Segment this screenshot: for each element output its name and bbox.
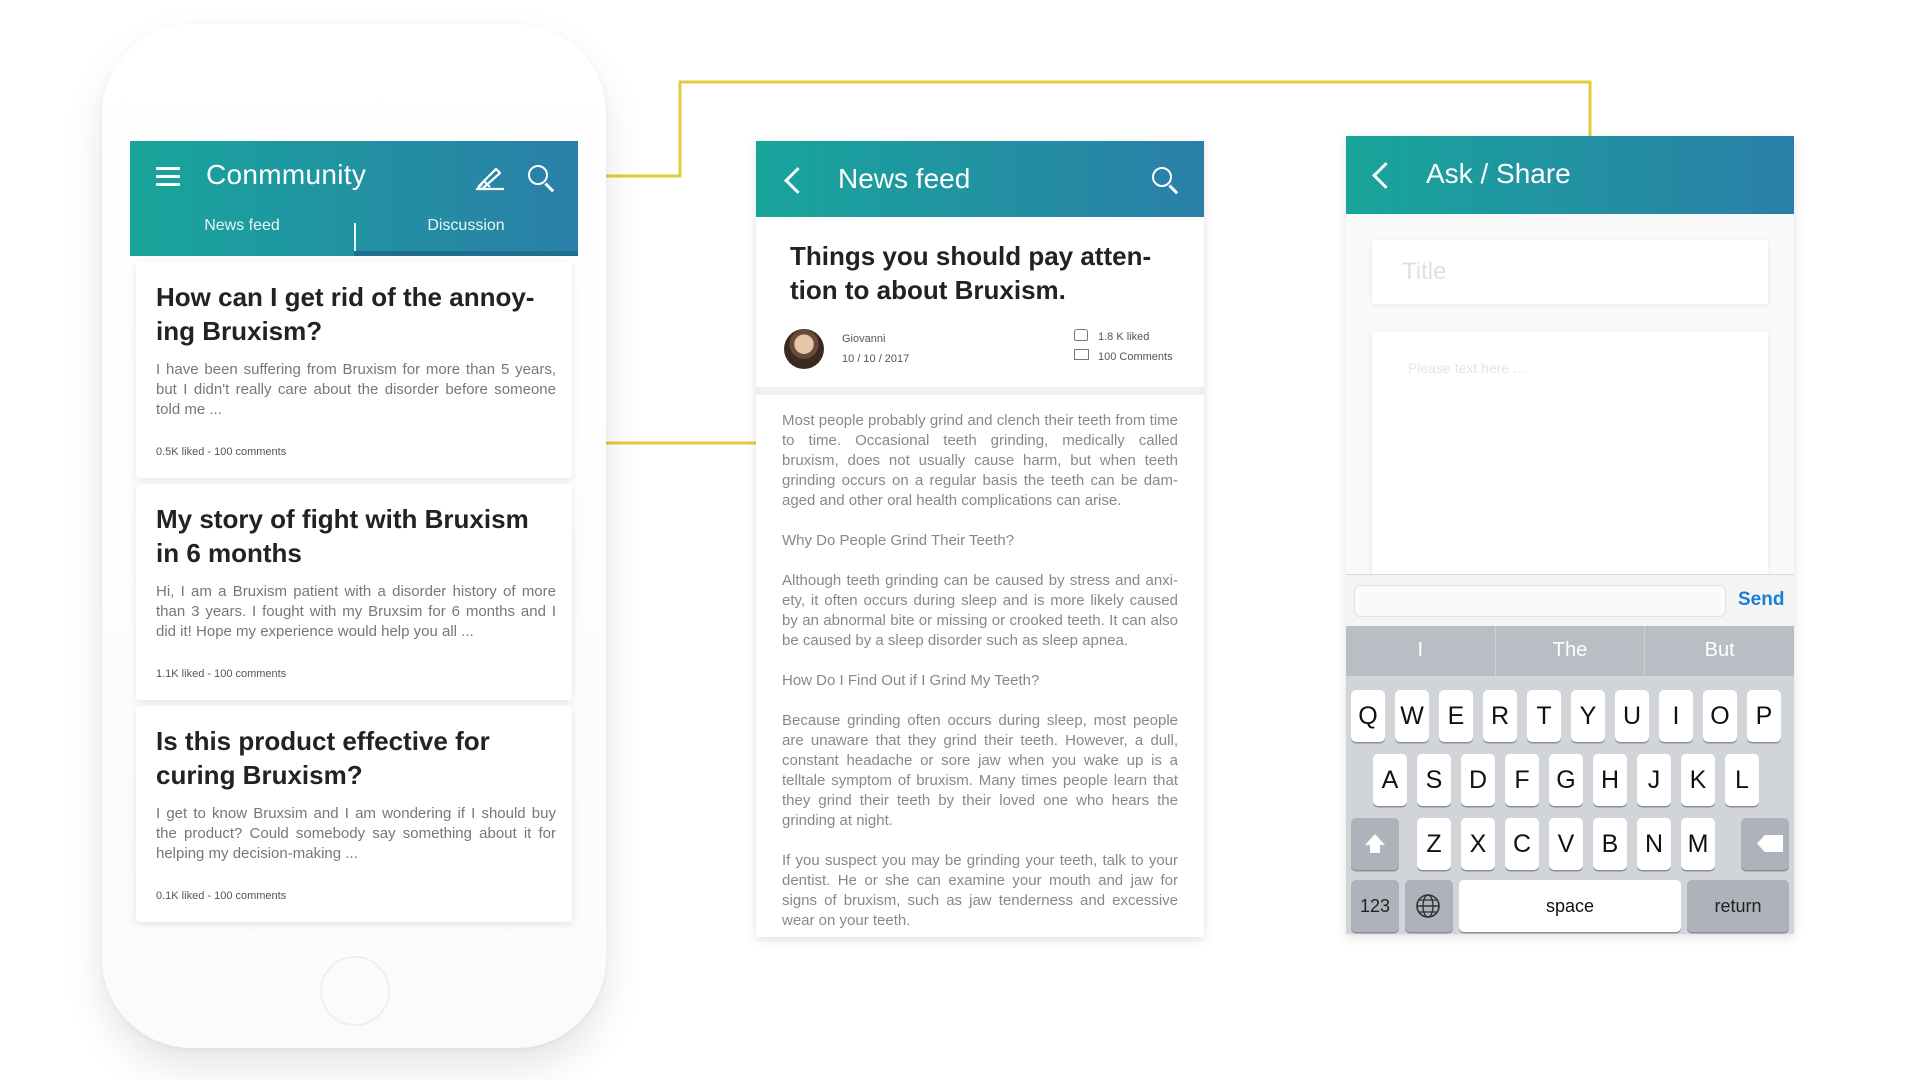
search-icon[interactable] <box>528 165 548 185</box>
article-paragraph: Because grinding often occurs during sle… <box>782 712 1178 829</box>
shift-key[interactable] <box>1351 818 1399 870</box>
key-w[interactable]: W <box>1395 690 1429 742</box>
send-button[interactable]: Send <box>1738 589 1784 611</box>
backspace-key[interactable] <box>1741 818 1789 870</box>
page-title: News feed <box>838 163 971 194</box>
community-header: Conmmunity News feed Discussion <box>130 141 578 256</box>
key-f[interactable]: F <box>1505 754 1539 806</box>
key-z[interactable]: Z <box>1417 818 1451 870</box>
post-title: My story of fight with Bruxism in 6 mont… <box>156 504 529 568</box>
title-input[interactable] <box>1372 240 1768 304</box>
key-r[interactable]: R <box>1483 690 1517 742</box>
return-key[interactable]: return <box>1687 880 1789 932</box>
key-s[interactable]: S <box>1417 754 1451 806</box>
post-meta: 1.1K liked - 100 comments <box>156 668 287 680</box>
divider <box>756 387 1204 395</box>
key-a[interactable]: A <box>1373 754 1407 806</box>
post-card[interactable]: My story of fight with Bruxism in 6 mont… <box>136 484 572 700</box>
key-b[interactable]: B <box>1593 818 1627 870</box>
article-date: 10 / 10 / 2017 <box>842 353 910 365</box>
author-name[interactable]: Giovanni <box>842 333 885 345</box>
post-excerpt: I get to know Bruxsim and I am wondering… <box>156 805 556 862</box>
key-g[interactable]: G <box>1549 754 1583 806</box>
post-excerpt: I have been suffering from Bruxism for m… <box>156 361 556 418</box>
key-e[interactable]: E <box>1439 690 1473 742</box>
key-k[interactable]: K <box>1681 754 1715 806</box>
tab-discussion[interactable]: Discussion <box>354 211 578 251</box>
key-t[interactable]: T <box>1527 690 1561 742</box>
key-y[interactable]: Y <box>1571 690 1605 742</box>
post-excerpt: Hi, I am a Bruxism patient with a disord… <box>156 583 556 640</box>
key-v[interactable]: V <box>1549 818 1583 870</box>
suggestion-item[interactable]: But <box>1644 626 1794 676</box>
like-icon[interactable] <box>1074 329 1088 341</box>
key-j[interactable]: J <box>1637 754 1671 806</box>
post-card[interactable]: Is this product effective for curing Bru… <box>136 706 572 922</box>
like-count: 1.8 K liked <box>1098 331 1150 343</box>
page-title: Conmmunity <box>206 159 367 190</box>
key-p[interactable]: P <box>1747 690 1781 742</box>
globe-key[interactable] <box>1405 880 1453 932</box>
home-button[interactable] <box>320 956 390 1026</box>
article-paragraph: Although teeth grinding can be caused by… <box>782 572 1178 649</box>
key-o[interactable]: O <box>1703 690 1737 742</box>
article-paragraph: Most people probably grind and clench th… <box>782 412 1178 509</box>
key-x[interactable]: X <box>1461 818 1495 870</box>
article-subheading: Why Do People Grind Their Teeth? <box>782 532 1015 549</box>
comment-icon[interactable] <box>1074 349 1089 360</box>
page-title: Ask / Share <box>1426 158 1571 189</box>
comment-count: 100 Comments <box>1098 351 1173 363</box>
search-icon[interactable] <box>1152 167 1172 187</box>
compose-icon[interactable] <box>474 163 506 191</box>
message-bar: Send <box>1346 574 1794 627</box>
key-q[interactable]: Q <box>1351 690 1385 742</box>
ask-share-screen: Ask / Share Send I The But Q W E R T Y U… <box>1346 136 1794 934</box>
post-card[interactable]: How can I get rid of the annoy- ing Brux… <box>136 262 572 478</box>
key-u[interactable]: U <box>1615 690 1649 742</box>
article-subheading: How Do I Find Out if I Grind My Teeth? <box>782 672 1040 689</box>
globe-icon <box>1416 894 1440 918</box>
suggestion-item[interactable]: The <box>1494 626 1645 676</box>
key-i[interactable]: I <box>1659 690 1693 742</box>
body-textarea[interactable] <box>1372 332 1768 584</box>
article-headline: Things you should pay atten- tion to abo… <box>790 241 1152 305</box>
suggestion-item[interactable]: I <box>1346 626 1495 676</box>
news-feed-screen: News feed Things you should pay atten- t… <box>756 141 1204 937</box>
key-c[interactable]: C <box>1505 818 1539 870</box>
key-n[interactable]: N <box>1637 818 1671 870</box>
post-title: Is this product effective for curing Bru… <box>156 726 490 790</box>
tab-news-feed[interactable]: News feed <box>130 211 354 251</box>
key-d[interactable]: D <box>1461 754 1495 806</box>
suggestion-bar: I The But <box>1346 626 1794 676</box>
space-key[interactable]: space <box>1459 880 1681 932</box>
post-title: How can I get rid of the annoy- ing Brux… <box>156 282 535 346</box>
tab-divider <box>354 223 356 251</box>
numbers-key[interactable]: 123 <box>1351 880 1399 932</box>
keyboard: I The But Q W E R T Y U I O P A S D F G … <box>1346 626 1794 934</box>
message-input[interactable] <box>1354 585 1726 617</box>
active-tab-indicator <box>354 251 578 256</box>
post-meta: 0.1K liked - 100 comments <box>156 890 287 902</box>
key-m[interactable]: M <box>1681 818 1715 870</box>
author-avatar[interactable] <box>784 329 824 369</box>
ask-header: Ask / Share <box>1346 136 1794 214</box>
article-paragraph: If you suspect you may be grinding your … <box>782 852 1178 929</box>
key-h[interactable]: H <box>1593 754 1627 806</box>
back-icon[interactable] <box>1372 162 1399 189</box>
back-icon[interactable] <box>784 167 811 194</box>
menu-icon[interactable] <box>156 167 180 187</box>
newsfeed-header: News feed <box>756 141 1204 217</box>
key-l[interactable]: L <box>1725 754 1759 806</box>
post-meta: 0.5K liked - 100 comments <box>156 446 287 458</box>
